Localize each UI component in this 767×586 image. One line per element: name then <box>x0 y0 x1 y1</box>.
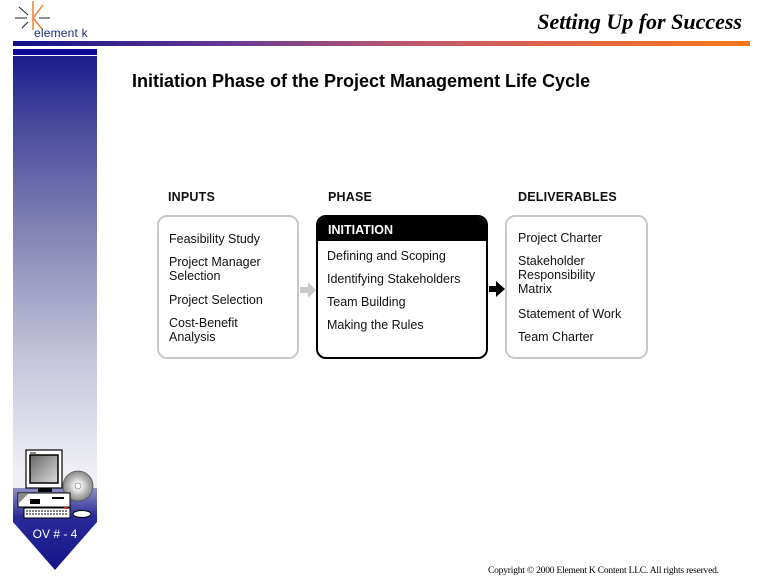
inputs-heading: INPUTS <box>168 190 216 204</box>
phase-name: INITIATION <box>318 217 486 241</box>
input-item: Project Selection <box>169 293 263 307</box>
phase-to-deliverables-arrow-icon <box>489 281 505 297</box>
deliverable-item: Project Charter <box>518 231 603 245</box>
slide-title: Initiation Phase of the Project Manageme… <box>132 71 591 91</box>
header-title: Setting Up for Success <box>537 9 742 34</box>
phase-item: Defining and Scoping <box>327 249 446 263</box>
sidebar-top-bar <box>13 49 97 55</box>
inputs-box: Feasibility Study Project Manager Select… <box>157 215 299 359</box>
input-item: Feasibility Study <box>169 232 261 246</box>
input-item: Cost-Benefit Analysis <box>169 316 238 344</box>
header-gradient-bar <box>13 41 750 46</box>
computer-cd-icon <box>17 449 94 519</box>
phase-box: INITIATION Defining and Scoping Identify… <box>316 215 488 359</box>
phase-item: Team Building <box>327 295 406 309</box>
phase-item: Making the Rules <box>327 318 424 332</box>
copyright-notice: Copyright © 2000 Element K Content LLC. … <box>488 566 719 576</box>
deliverable-item: Team Charter <box>518 330 594 344</box>
logo-text: element k <box>34 26 88 40</box>
deliverables-box: Project Charter Stakeholder Responsibili… <box>505 215 648 359</box>
input-to-phase-arrow-icon <box>300 282 316 298</box>
deliverable-item: Statement of Work <box>518 307 622 321</box>
phase-item: Identifying Stakeholders <box>327 272 461 286</box>
deliverable-item: Stakeholder Responsibility Matrix <box>518 254 596 296</box>
phase-heading: PHASE <box>328 190 373 204</box>
slide-number-label: OV # - 4 <box>32 527 78 541</box>
deliverables-heading: DELIVERABLES <box>518 190 617 204</box>
input-item: Project Manager Selection <box>169 255 261 283</box>
